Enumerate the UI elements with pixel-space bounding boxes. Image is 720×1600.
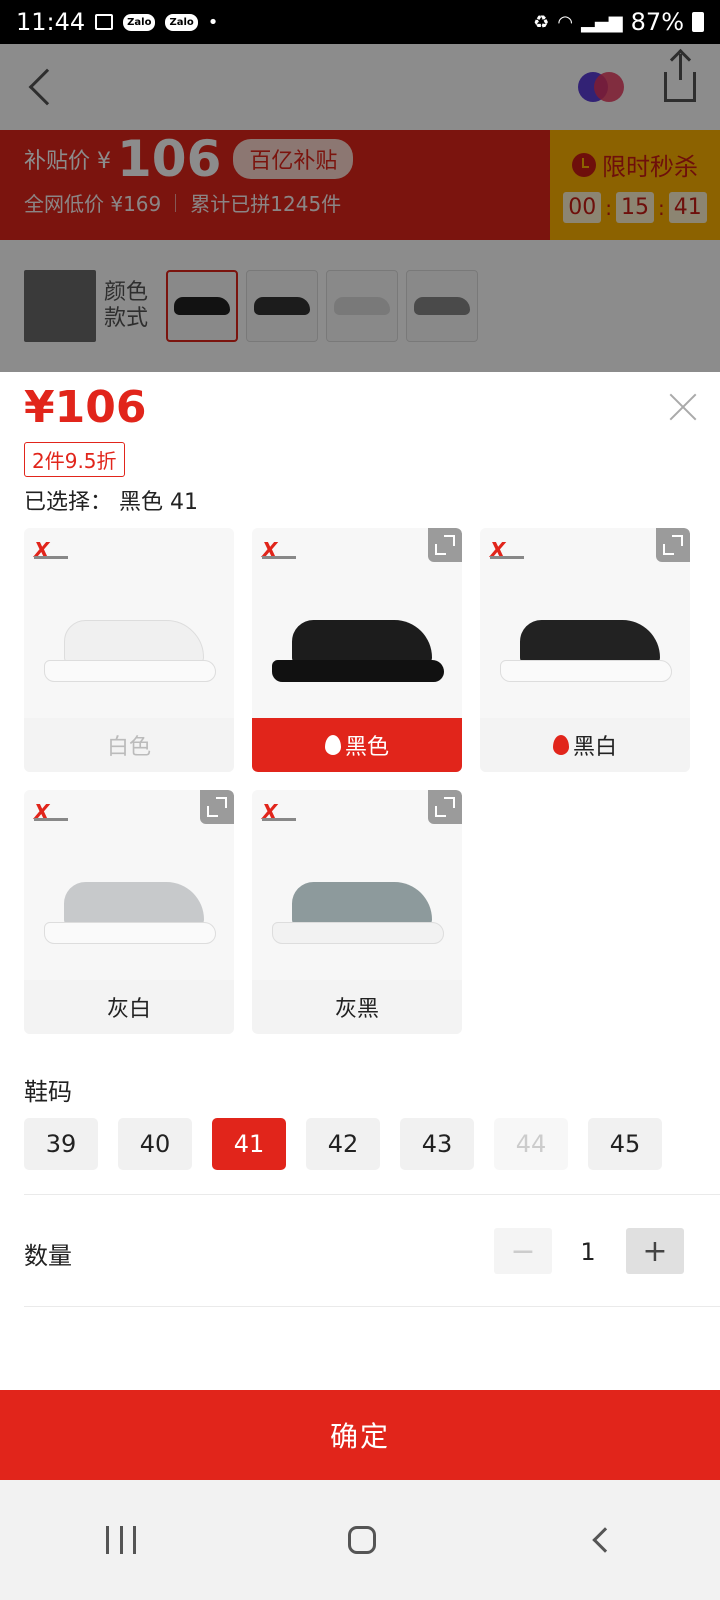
shoe-icon [44, 620, 216, 684]
size-option-41[interactable]: 41 [212, 1118, 286, 1170]
discount-tag: 2件9.5折 [24, 442, 125, 477]
shoe-image: X [24, 790, 234, 980]
size-option-45[interactable]: 45 [588, 1118, 662, 1170]
brand-logo-icon: X [490, 538, 506, 562]
sku-selection-sheet: ¥106 2件9.5折 已选择： 黑色 41 X 白色 X 黑色 X 黑白 X [0, 372, 720, 1510]
quantity-plus-button[interactable]: + [626, 1228, 684, 1274]
color-name: 黑白 [572, 735, 617, 760]
color-name: 灰黑 [334, 997, 379, 1022]
size-option-43[interactable]: 43 [400, 1118, 474, 1170]
color-label: 灰白 [24, 980, 234, 1034]
close-icon[interactable] [668, 392, 698, 422]
zalo-icon: Zalo [165, 13, 198, 31]
color-option-black-white[interactable]: X 黑白 [480, 528, 690, 772]
status-time: 11:44 [16, 8, 86, 36]
color-option-white[interactable]: X 白色 [24, 528, 234, 772]
home-icon[interactable] [348, 1526, 376, 1554]
color-label: 黑白 [480, 718, 690, 772]
system-nav-bar [0, 1480, 720, 1600]
color-option-grey-white[interactable]: X 灰白 [24, 790, 234, 1034]
shoe-icon [272, 882, 444, 946]
brand-logo-icon: X [262, 538, 278, 562]
size-option-44: 44 [494, 1118, 568, 1170]
size-section-title: 鞋码 [24, 1078, 72, 1106]
wifi-icon: ◠ [557, 11, 574, 33]
battery-percent: 87% [630, 8, 684, 36]
brand-logo-icon: X [34, 538, 50, 562]
shoe-image: X [252, 790, 462, 980]
fire-icon [324, 735, 341, 755]
overlay-dim[interactable] [0, 44, 720, 372]
expand-icon[interactable] [200, 790, 234, 824]
selected-summary: 已选择： 黑色 41 [24, 484, 198, 516]
shoe-icon [500, 620, 672, 684]
color-label: 灰黑 [252, 980, 462, 1034]
recent-apps-icon[interactable] [106, 1526, 136, 1554]
color-name: 黑色 [344, 735, 389, 760]
shoe-image: X [252, 528, 462, 718]
back-icon[interactable] [592, 1527, 618, 1553]
expand-icon[interactable] [428, 528, 462, 562]
quantity-value[interactable]: 1 [570, 1238, 606, 1266]
shoe-image: X [480, 528, 690, 718]
expand-icon[interactable] [428, 790, 462, 824]
battery-icon [692, 12, 704, 32]
divider [24, 1306, 720, 1307]
selected-value: 黑色 41 [119, 490, 199, 515]
recycle-icon: ♻ [533, 11, 550, 33]
color-label: 黑色 [252, 718, 462, 772]
color-option-black[interactable]: X 黑色 [252, 528, 462, 772]
divider [24, 1194, 720, 1195]
size-option-42[interactable]: 42 [306, 1118, 380, 1170]
zalo-icon: Zalo [123, 13, 156, 31]
signal-icon: ▂▄▆ [581, 11, 623, 33]
size-option-39[interactable]: 39 [24, 1118, 98, 1170]
confirm-button[interactable]: 确定 [0, 1390, 720, 1480]
color-option-grey-black[interactable]: X 灰黑 [252, 790, 462, 1034]
shoe-image: X [24, 528, 234, 718]
color-name: 白色 [106, 735, 151, 760]
shoe-icon [44, 882, 216, 946]
expand-icon[interactable] [656, 528, 690, 562]
sheet-price: ¥106 [24, 382, 147, 433]
dot-icon: • [207, 11, 219, 33]
quantity-title: 数量 [24, 1242, 72, 1270]
color-name: 灰白 [106, 997, 151, 1022]
brand-logo-icon: X [34, 800, 50, 824]
fire-icon [552, 735, 569, 755]
shoe-icon [272, 620, 444, 684]
image-icon [95, 14, 114, 30]
selected-prefix: 已选择： [24, 490, 113, 515]
color-label: 白色 [24, 718, 234, 772]
brand-logo-icon: X [262, 800, 278, 824]
quantity-minus-button[interactable]: − [494, 1228, 552, 1274]
size-option-40[interactable]: 40 [118, 1118, 192, 1170]
status-bar: 11:44 Zalo Zalo • ♻ ◠ ▂▄▆ 87% [0, 0, 720, 44]
